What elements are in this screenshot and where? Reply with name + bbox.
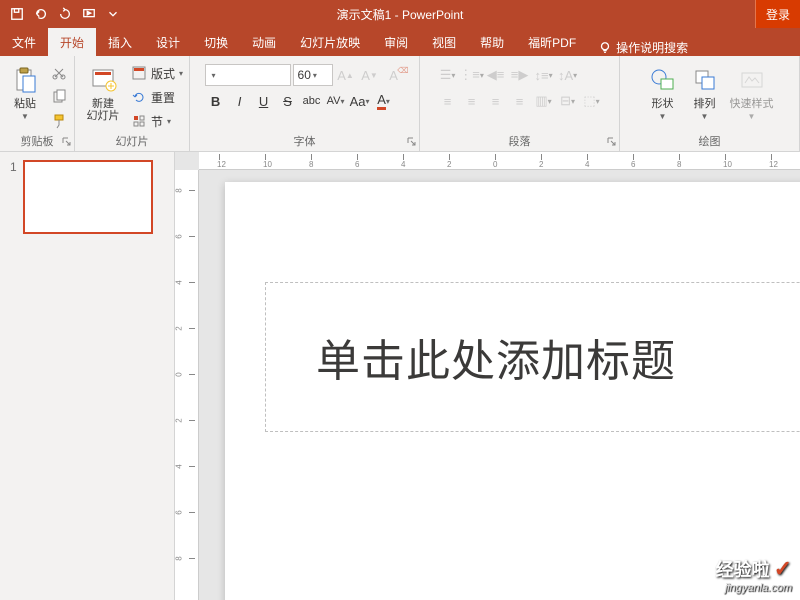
paste-label: 粘贴 [14,98,36,110]
quick-styles-icon [736,64,768,96]
character-spacing-button[interactable]: AV▾ [325,90,347,112]
title-bar: 演示文稿1 - PowerPoint 登录 [0,0,800,28]
section-button[interactable]: 节▾ [129,110,185,132]
undo-icon[interactable] [30,3,52,25]
columns-button[interactable]: ▥▾ [532,90,556,112]
slide-canvas[interactable]: 单击此处添加标题 [225,182,800,600]
grow-font-button[interactable]: A▲ [335,64,357,86]
tab-transitions[interactable]: 切换 [192,28,240,56]
change-case-button[interactable]: Aa▾ [349,90,371,112]
start-from-beginning-icon[interactable] [78,3,100,25]
slide-thumbnail-panel: 1 [0,152,175,600]
ribbon-tabs: 文件 开始 插入 设计 切换 动画 幻灯片放映 审阅 视图 帮助 福昕PDF 操… [0,28,800,56]
title-placeholder-text: 单击此处添加标题 [316,325,676,389]
text-direction-button[interactable]: ↕A▾ [556,64,580,86]
new-slide-label: 新建 幻灯片 [87,98,120,122]
align-left-button[interactable]: ≡ [436,90,460,112]
check-icon: ✓ [774,556,792,582]
arrange-icon [689,64,721,96]
watermark: 经验啦✓ jingyanla.com [716,556,792,594]
paste-button[interactable]: 粘贴 ▼ [4,60,46,121]
window-title: 演示文稿1 - PowerPoint [337,6,464,23]
text-shadow-button[interactable]: abc [301,90,323,112]
login-button[interactable]: 登录 [755,0,800,28]
reset-icon [131,89,147,105]
quick-access-toolbar [0,3,124,25]
tab-foxit[interactable]: 福昕PDF [516,28,588,56]
font-size-combo[interactable]: 60▾ [293,64,333,86]
ribbon: 粘贴 ▼ 剪贴板 新建 幻灯片 版式▾ 重置 节▾ 幻灯片 [0,56,800,152]
numbering-button[interactable]: ⋮≡▾ [460,64,484,86]
cut-button[interactable] [48,62,70,84]
thumbnail-preview[interactable] [23,160,153,234]
bullets-button[interactable]: ☰▾ [436,64,460,86]
group-drawing-label: 绘图 [624,133,795,149]
decrease-indent-button[interactable]: ◀≡ [484,64,508,86]
thumbnail-number: 1 [10,160,17,234]
font-color-button[interactable]: A▾ [373,90,395,112]
tab-view[interactable]: 视图 [420,28,468,56]
group-clipboard: 粘贴 ▼ 剪贴板 [0,56,75,151]
dialog-launcher-icon[interactable] [407,137,417,147]
save-icon[interactable] [6,3,28,25]
increase-indent-button[interactable]: ≡▶ [508,64,532,86]
tell-me-search[interactable]: 操作说明搜索 [588,39,698,56]
tell-me-label: 操作说明搜索 [616,39,688,56]
justify-button[interactable]: ≡ [508,90,532,112]
tab-home[interactable]: 开始 [48,28,96,56]
redo-icon[interactable] [54,3,76,25]
dialog-launcher-icon[interactable] [62,137,72,147]
new-slide-button[interactable]: 新建 幻灯片 [79,60,127,122]
bold-button[interactable]: B [205,90,227,112]
group-slides-label: 幻灯片 [79,133,185,149]
section-icon [131,113,147,129]
quick-styles-button[interactable]: 快速样式▼ [727,60,777,121]
tab-design[interactable]: 设计 [144,28,192,56]
tab-help[interactable]: 帮助 [468,28,516,56]
thumbnail-item[interactable]: 1 [10,160,164,234]
line-spacing-button[interactable]: ↕≡▾ [532,64,556,86]
chevron-down-icon: ▼ [21,112,29,121]
group-font: ▾ 60▾ A▲ A▼ A⌫ B I U S abc AV▾ Aa▾ A▾ 字体 [190,56,420,151]
copy-button[interactable] [48,86,70,108]
shapes-button[interactable]: 形状▼ [643,60,683,121]
smartart-button[interactable]: ⬚▾ [580,90,604,112]
workspace: 1 12108642024681012 864202468 单击此处添加标题 [0,152,800,600]
horizontal-ruler: 12108642024681012 [199,152,800,170]
slide-editor: 12108642024681012 864202468 单击此处添加标题 [175,152,800,600]
align-text-button[interactable]: ⊟▾ [556,90,580,112]
strikethrough-button[interactable]: S [277,90,299,112]
font-name-combo[interactable]: ▾ [205,64,291,86]
group-paragraph-label: 段落 [424,133,615,149]
title-placeholder[interactable]: 单击此处添加标题 [265,282,800,432]
group-paragraph: ☰▾ ⋮≡▾ ◀≡ ≡▶ ↕≡▾ ↕A▾ ≡ ≡ ≡ ≡ ▥▾ ⊟▾ ⬚▾ 段落 [420,56,620,151]
arrange-button[interactable]: 排列▼ [685,60,725,121]
layout-button[interactable]: 版式▾ [129,62,185,84]
italic-button[interactable]: I [229,90,251,112]
qat-dropdown-icon[interactable] [102,3,124,25]
layout-icon [131,65,147,81]
new-slide-icon [87,64,119,96]
align-right-button[interactable]: ≡ [484,90,508,112]
tab-animations[interactable]: 动画 [240,28,288,56]
shrink-font-button[interactable]: A▼ [359,64,381,86]
paste-icon [9,64,41,96]
group-slides: 新建 幻灯片 版式▾ 重置 节▾ 幻灯片 [75,56,190,151]
dialog-launcher-icon[interactable] [607,137,617,147]
vertical-ruler: 864202468 [175,170,199,600]
align-center-button[interactable]: ≡ [460,90,484,112]
tab-file[interactable]: 文件 [0,28,48,56]
group-clipboard-label: 剪贴板 [4,133,70,149]
format-painter-button[interactable] [48,110,70,132]
clear-formatting-button[interactable]: A⌫ [383,64,405,86]
tab-review[interactable]: 审阅 [372,28,420,56]
reset-button[interactable]: 重置 [129,86,185,108]
lightbulb-icon [598,41,612,55]
shapes-icon [647,64,679,96]
group-drawing: 形状▼ 排列▼ 快速样式▼ 绘图 [620,56,800,151]
tab-slideshow[interactable]: 幻灯片放映 [288,28,372,56]
group-font-label: 字体 [194,133,415,149]
tab-insert[interactable]: 插入 [96,28,144,56]
underline-button[interactable]: U [253,90,275,112]
